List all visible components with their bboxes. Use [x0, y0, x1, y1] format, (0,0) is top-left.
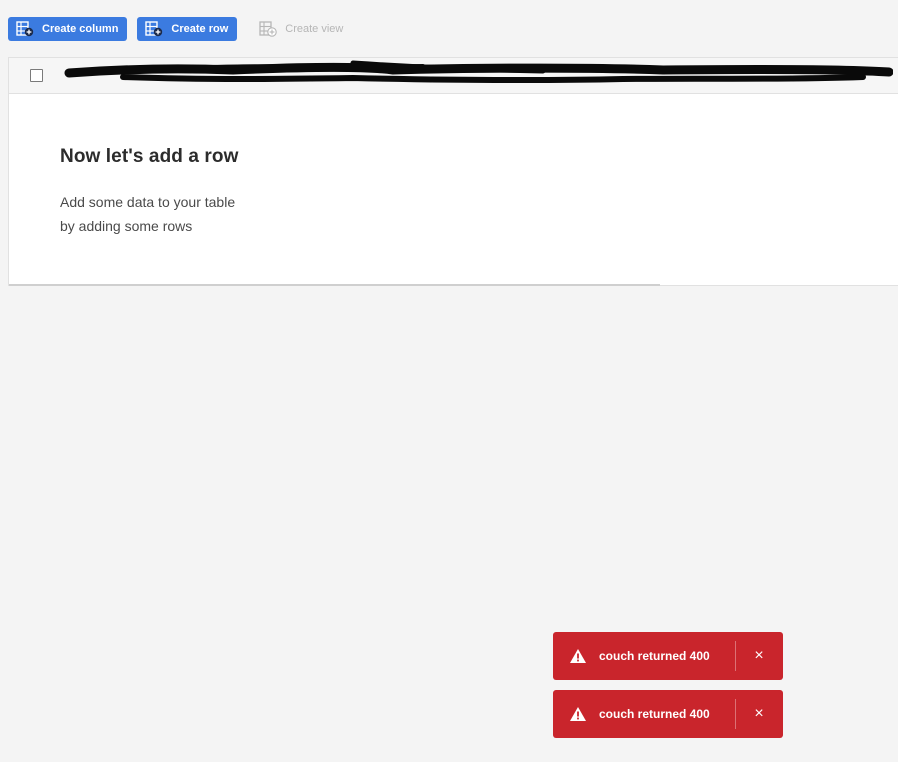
- empty-state-line-1: Add some data to your table: [60, 194, 236, 210]
- add-view-icon: [259, 21, 278, 37]
- error-toast: couch returned 400 ×: [553, 632, 783, 680]
- close-icon[interactable]: ×: [736, 632, 782, 680]
- create-row-button[interactable]: Create row: [137, 17, 238, 41]
- create-column-button[interactable]: Create column: [8, 17, 128, 41]
- empty-state: Now let's add a row Add some data to you…: [60, 146, 239, 238]
- empty-state-line-2: by adding some rows: [60, 218, 193, 234]
- close-icon[interactable]: ×: [736, 690, 782, 738]
- toast-message: couch returned 400: [599, 707, 710, 721]
- toast-message: couch returned 400: [599, 649, 710, 663]
- error-toast: couch returned 400 ×: [553, 690, 783, 738]
- create-row-label: Create row: [171, 23, 229, 35]
- add-row-icon: [145, 21, 163, 37]
- table-panel: Now let's add a row Add some data to you…: [8, 57, 898, 286]
- horizontal-scrollbar[interactable]: [9, 284, 660, 286]
- create-view-label: Create view: [285, 23, 344, 35]
- warning-icon: [570, 649, 586, 663]
- create-column-label: Create column: [42, 23, 119, 35]
- create-view-button[interactable]: Create view: [247, 17, 352, 41]
- empty-state-title: Now let's add a row: [60, 146, 239, 167]
- toolbar: Create column Create row Create view: [8, 17, 352, 41]
- table-header: [9, 58, 898, 94]
- select-all-checkbox[interactable]: [30, 69, 43, 82]
- warning-icon: [570, 707, 586, 721]
- add-column-icon: [16, 21, 34, 37]
- redacted-column-headers: [64, 60, 893, 84]
